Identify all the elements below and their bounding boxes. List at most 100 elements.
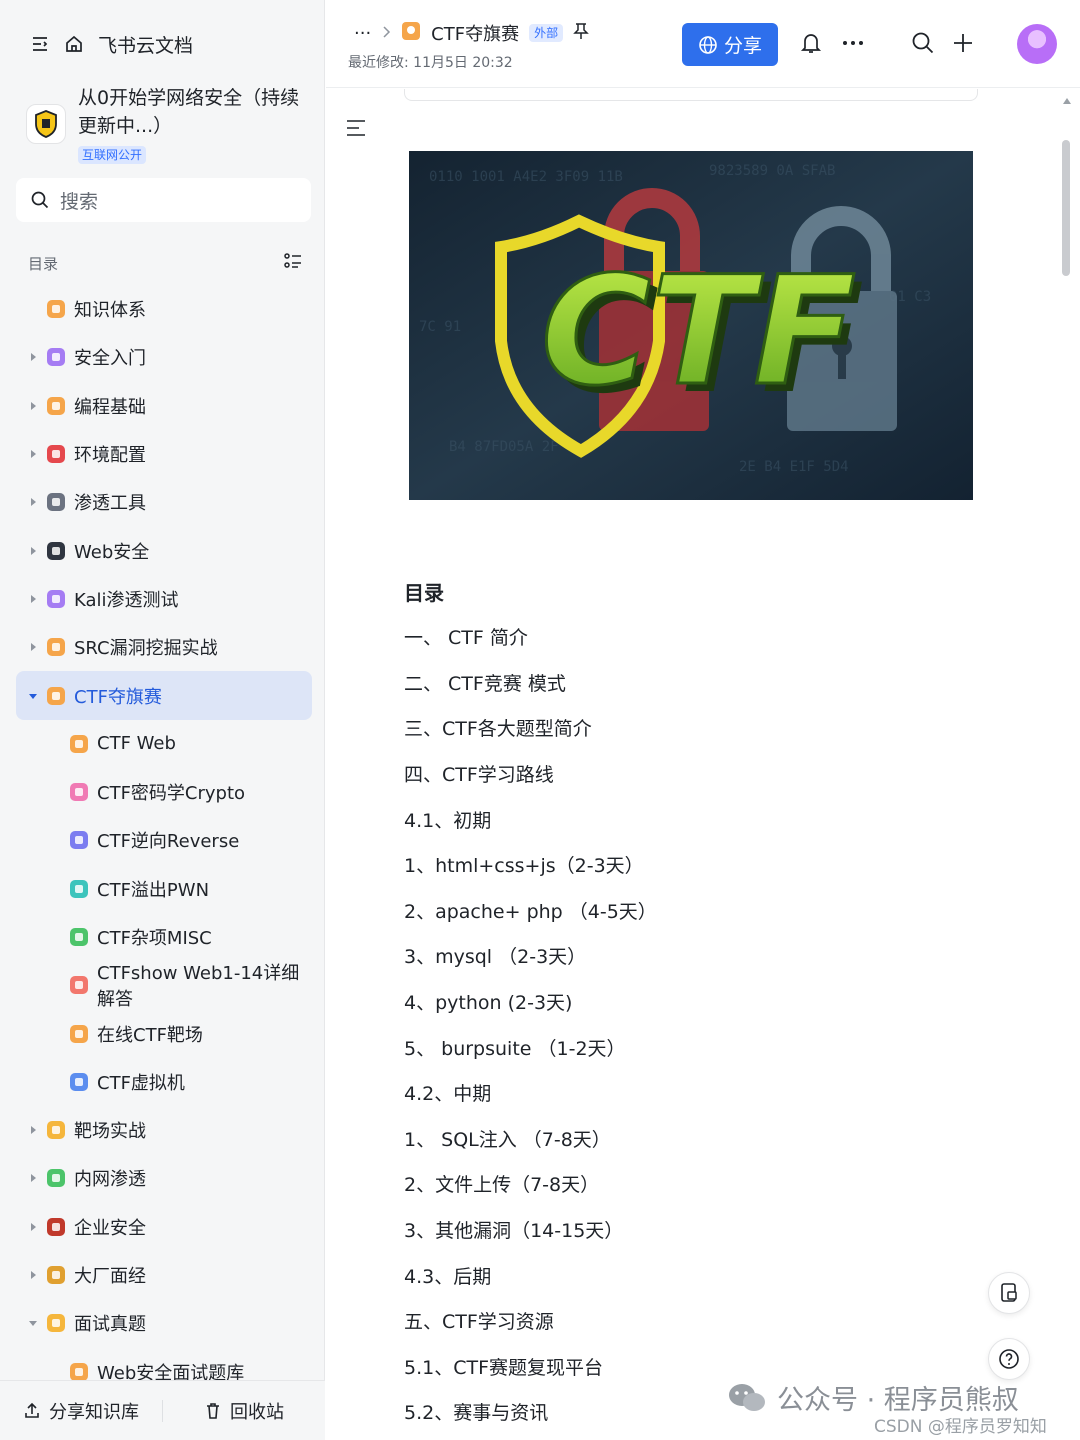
- caret-right-icon[interactable]: [28, 594, 38, 604]
- collapse-sidebar-icon[interactable]: [30, 34, 50, 54]
- toc-line[interactable]: 2、apache+ php （4-5天）: [404, 888, 964, 934]
- breadcrumb-more[interactable]: ···: [354, 23, 371, 44]
- help-button[interactable]: [988, 1338, 1030, 1380]
- sidebar-item[interactable]: CTF逆向Reverse: [16, 816, 312, 864]
- home-icon[interactable]: [64, 34, 84, 54]
- share-button[interactable]: 分享: [682, 23, 778, 66]
- sidebar-item[interactable]: CTF夺旗赛: [16, 671, 312, 720]
- doc-header: ··· CTF夺旗赛 外部 最近修改: 11月5日 20:32 分享: [326, 0, 1080, 88]
- doc-title[interactable]: CTF夺旗赛: [431, 20, 519, 46]
- sidebar-item[interactable]: 大厂面经: [16, 1251, 312, 1299]
- sidebar-item[interactable]: 安全入门: [16, 333, 312, 381]
- outline-toggle-icon[interactable]: [346, 119, 366, 141]
- bell-icon[interactable]: [796, 28, 826, 58]
- toc-line[interactable]: 4、python (2-3天): [404, 979, 964, 1025]
- recycle-bin-button[interactable]: 回收站: [163, 1398, 325, 1424]
- toc-line[interactable]: 二、 CTF竞赛 模式: [404, 660, 964, 706]
- toc-label: 目录: [28, 254, 59, 273]
- toc-line[interactable]: 4.2、中期: [404, 1070, 964, 1116]
- toc-header: 目录: [28, 250, 303, 276]
- sidebar-item[interactable]: CTF杂项MISC: [16, 913, 312, 961]
- toc-line[interactable]: 四、CTF学习路线: [404, 751, 964, 797]
- sidebar-item[interactable]: Kali渗透测试: [16, 575, 312, 623]
- toc-line[interactable]: 1、html+css+js（2-3天）: [404, 842, 964, 888]
- sidebar-item[interactable]: 在线CTF靶场: [16, 1009, 312, 1057]
- page-icon: [47, 445, 65, 464]
- page-icon: [70, 831, 88, 850]
- share-icon: [25, 1402, 39, 1418]
- caret-right-icon[interactable]: [28, 546, 38, 556]
- home-link[interactable]: 飞书云文档: [98, 31, 193, 58]
- toc-line[interactable]: 1、 SQL注入 （7-8天）: [404, 1116, 964, 1162]
- toc-line[interactable]: 2、文件上传（7-8天）: [404, 1161, 964, 1207]
- page-icon: [47, 1314, 65, 1333]
- comment-doc-button[interactable]: [988, 1272, 1030, 1314]
- sidebar-item-label: 渗透工具: [74, 493, 146, 515]
- toc-line[interactable]: 三、CTF各大题型简介: [404, 705, 964, 751]
- caret-down-icon[interactable]: [28, 691, 38, 701]
- share-kb-button[interactable]: 分享知识库: [0, 1398, 162, 1424]
- sidebar-item[interactable]: 知识体系: [16, 285, 312, 333]
- search-icon[interactable]: [908, 28, 938, 58]
- previous-block-frame: [404, 89, 978, 101]
- sidebar-item-label: 在线CTF靶场: [97, 1024, 203, 1046]
- caret-down-icon[interactable]: [28, 1318, 38, 1328]
- toc-line[interactable]: 3、mysql （2-3天）: [404, 933, 964, 979]
- recycle-bin-label: 回收站: [230, 1401, 284, 1423]
- sidebar-item[interactable]: CTF Web: [16, 720, 312, 768]
- sidebar-item[interactable]: SRC漏洞挖掘实战: [16, 623, 312, 671]
- search-input[interactable]: 搜索: [16, 178, 311, 222]
- caret-right-icon[interactable]: [28, 642, 38, 652]
- toc-line[interactable]: 5、 burpsuite （1-2天）: [404, 1024, 964, 1070]
- toc-line[interactable]: 五、CTF学习资源: [404, 1298, 964, 1344]
- toc-line[interactable]: 一、 CTF 简介: [404, 614, 964, 660]
- pin-icon[interactable]: [573, 22, 589, 45]
- sidebar-item[interactable]: 编程基础: [16, 382, 312, 430]
- sidebar-item[interactable]: 渗透工具: [16, 478, 312, 526]
- scroll-up-arrow[interactable]: [1063, 98, 1071, 104]
- caret-right-icon[interactable]: [28, 1270, 38, 1280]
- caret-right-icon[interactable]: [28, 449, 38, 459]
- doc-note-icon: [1001, 1283, 1017, 1302]
- toc-line[interactable]: 4.3、后期: [404, 1252, 964, 1298]
- sidebar-item-label: Web安全: [74, 541, 150, 563]
- toc-line[interactable]: 3、其他漏洞（14-15天）: [404, 1207, 964, 1253]
- sidebar-item-label: 企业安全: [74, 1217, 146, 1239]
- sidebar-item[interactable]: CTF密码学Crypto: [16, 768, 312, 816]
- sidebar-item[interactable]: CTF虚拟机: [16, 1058, 312, 1106]
- caret-right-icon[interactable]: [28, 1173, 38, 1183]
- document-body: 0110 1001 A4E2 3F09 11B 9823589 0A SFAB …: [326, 89, 1056, 1440]
- ctf-banner-image: 0110 1001 A4E2 3F09 11B 9823589 0A SFAB …: [409, 151, 973, 500]
- toc-line[interactable]: 4.1、初期: [404, 796, 964, 842]
- caret-right-icon[interactable]: [28, 1125, 38, 1135]
- sidebar-item[interactable]: 内网渗透: [16, 1154, 312, 1202]
- sidebar-item[interactable]: 面试真题: [16, 1299, 312, 1347]
- caret-right-icon[interactable]: [28, 497, 38, 507]
- sidebar-item[interactable]: CTF溢出PWN: [16, 865, 312, 913]
- avatar[interactable]: [1017, 24, 1057, 64]
- sidebar-item[interactable]: 靶场实战: [16, 1106, 312, 1154]
- add-icon[interactable]: [948, 28, 978, 58]
- banner-text: CTF: [541, 245, 856, 419]
- toc-list-icon[interactable]: [283, 251, 303, 275]
- svg-text:B4 87FD05A 2F: B4 87FD05A 2F: [449, 439, 559, 455]
- caret-right-icon[interactable]: [28, 352, 38, 362]
- share-kb-label: 分享知识库: [49, 1401, 139, 1423]
- sidebar-item[interactable]: Web安全: [16, 526, 312, 574]
- sidebar-item[interactable]: 环境配置: [16, 430, 312, 478]
- page-icon: [70, 928, 88, 946]
- svg-text:7C 91: 7C 91: [419, 319, 461, 335]
- sidebar-item[interactable]: 企业安全: [16, 1203, 312, 1251]
- more-icon[interactable]: [838, 28, 868, 58]
- scrollbar-thumb[interactable]: [1062, 140, 1070, 276]
- caret-right-icon[interactable]: [28, 401, 38, 411]
- svg-text:2E B4 E1F 5D4: 2E B4 E1F 5D4: [739, 459, 849, 475]
- kb-title[interactable]: 从0开始学网络安全（持续更新中...）: [78, 84, 316, 140]
- last-edited: 最近修改: 11月5日 20:32: [348, 55, 513, 71]
- sidebar-item[interactable]: CTFshow Web1-14详细解答: [16, 961, 312, 1010]
- scrollbar[interactable]: [1058, 92, 1076, 1440]
- sidebar-footer: 分享知识库 回收站: [0, 1380, 325, 1440]
- sidebar-item-label: CTF Web: [97, 733, 176, 755]
- toc-heading: 目录: [404, 581, 444, 605]
- caret-right-icon[interactable]: [28, 1222, 38, 1232]
